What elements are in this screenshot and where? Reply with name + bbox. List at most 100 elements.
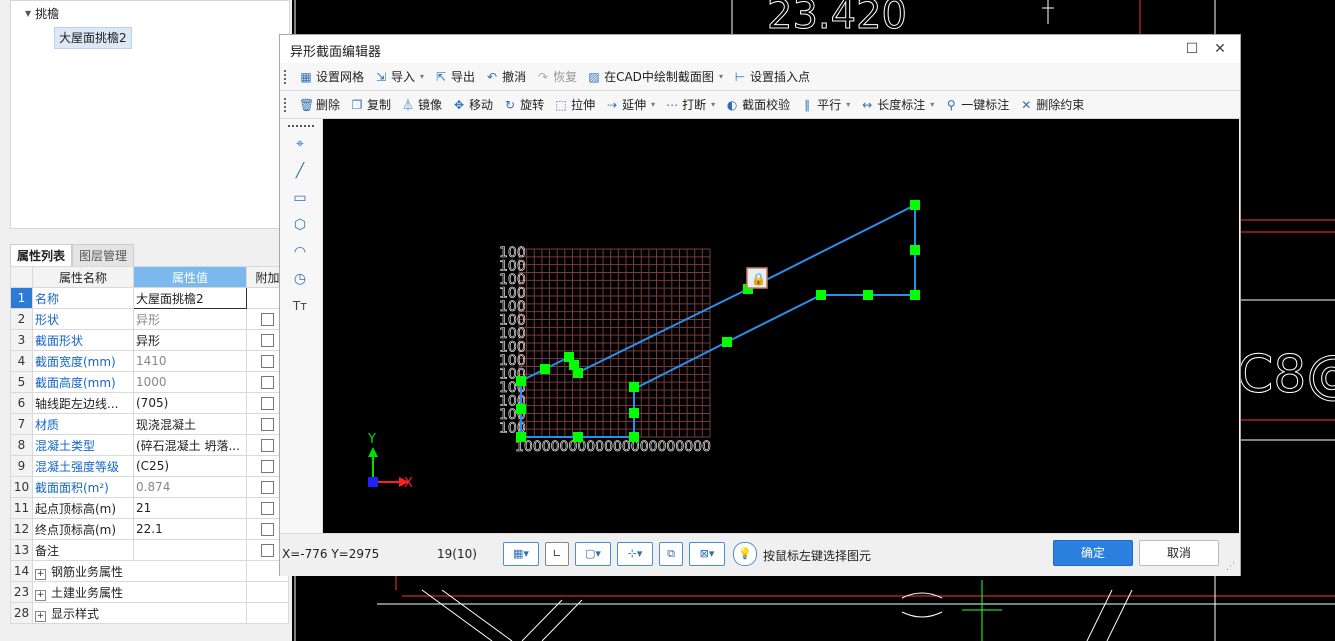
extra-checkbox[interactable]	[261, 397, 274, 410]
vertex-handle[interactable]	[516, 404, 526, 414]
vertex-handle[interactable]	[816, 290, 826, 300]
extra-checkbox[interactable]	[261, 502, 274, 515]
property-value[interactable]: 22.1	[133, 518, 247, 540]
auto-dim-button[interactable]: ⚲ 一键标注	[939, 94, 1014, 116]
break-button[interactable]: ⋯ 打断 ▾	[660, 94, 720, 116]
drawing-canvas[interactable]: 100 100 100 100 100 100 100 100 100 100 100 100 100 1…	[323, 119, 1239, 533]
vertex-handle[interactable]	[863, 290, 873, 300]
group-cell[interactable]: + 土建业务属性	[32, 581, 247, 603]
undo-button[interactable]: ↶ 撤消	[480, 66, 531, 88]
table-row[interactable]: 1 名称 大屋面挑檐2	[10, 287, 289, 309]
group-cell[interactable]: + 钢筋业务属性	[32, 560, 247, 582]
table-row[interactable]: 3 截面形状 异形	[10, 329, 289, 351]
dropdown-arrow-icon[interactable]: ▾	[711, 100, 715, 109]
grid-button[interactable]: ▦ 设置网格	[294, 66, 369, 88]
import-button[interactable]: ⇲ 导入 ▾	[369, 66, 429, 88]
table-row[interactable]: 8 混凝土类型 (碎石混凝土 坍落...	[10, 434, 289, 456]
extra-checkbox[interactable]	[261, 544, 274, 557]
vertex-handle[interactable]	[573, 368, 583, 378]
redo-button[interactable]: ↷ 恢复	[531, 66, 582, 88]
dropdown-arrow-icon[interactable]: ▾	[420, 72, 424, 81]
maximize-icon[interactable]: ☐	[1182, 39, 1202, 59]
line-icon[interactable]: ╱	[288, 160, 312, 182]
copy-button[interactable]: ❐ 复制	[345, 94, 396, 116]
delete-constraint-button[interactable]: ✕ 删除约束	[1014, 94, 1089, 116]
delete-button[interactable]: 🗑 删除	[294, 94, 345, 116]
extend-button[interactable]: ⇢ 延伸 ▾	[600, 94, 660, 116]
vertex-handle[interactable]	[629, 408, 639, 418]
extra-checkbox[interactable]	[261, 523, 274, 536]
cad-draw-button[interactable]: ▨ 在CAD中绘制截面图 ▾	[582, 66, 728, 88]
ortho-toggle-button[interactable]: ∟	[545, 542, 569, 566]
vertex-handle[interactable]	[573, 432, 583, 442]
polygon-icon[interactable]: ⬡	[288, 214, 312, 236]
tree-child-item[interactable]: 大屋面挑檐2	[54, 27, 132, 49]
table-row[interactable]: 5 截面高度(mm) 1000	[10, 371, 289, 393]
table-group-row[interactable]: 14 + 钢筋业务属性	[10, 560, 289, 582]
extra-checkbox[interactable]	[261, 460, 274, 473]
property-value[interactable]: 1410	[133, 350, 247, 372]
extra-checkbox[interactable]	[261, 334, 274, 347]
expand-plus-icon[interactable]: +	[35, 610, 46, 622]
table-row[interactable]: 9 混凝土强度等级 (C25)	[10, 455, 289, 477]
insert-point-button[interactable]: ⊢ 设置插入点	[728, 66, 815, 88]
extra-checkbox[interactable]	[261, 376, 274, 389]
vertex-handle[interactable]	[516, 376, 526, 386]
text-icon[interactable]: Tт	[288, 295, 312, 317]
ok-button[interactable]: 确定	[1053, 540, 1133, 566]
vertex-handle[interactable]	[722, 337, 732, 347]
expand-plus-icon[interactable]: +	[35, 589, 46, 601]
resize-grip-icon[interactable]: ⋰	[1226, 562, 1235, 572]
property-value[interactable]: 21	[133, 497, 247, 519]
snap-point-button[interactable]: ⊹▾	[617, 542, 653, 566]
table-row[interactable]: 6 轴线距左边线... (705)	[10, 392, 289, 414]
table-row[interactable]: 2 形状 异形	[10, 308, 289, 330]
extra-checkbox[interactable]	[261, 418, 274, 431]
tree-root-item[interactable]: ▼ 挑檐	[25, 5, 59, 22]
table-group-row[interactable]: 28 + 显示样式	[10, 602, 289, 624]
property-value[interactable]	[133, 539, 247, 561]
property-value[interactable]: 大屋面挑檐2	[133, 287, 247, 309]
parallel-button[interactable]: ∥ 平行 ▾	[795, 94, 855, 116]
tree-expand-icon[interactable]: ▼	[25, 9, 31, 18]
snap-rect-button[interactable]: ▢▾	[575, 542, 611, 566]
table-group-row[interactable]: 23 + 土建业务属性	[10, 581, 289, 603]
table-row[interactable]: 13 备注	[10, 539, 289, 561]
group-cell[interactable]: + 显示样式	[32, 602, 247, 624]
length-dim-button[interactable]: ↔ 长度标注 ▾	[855, 94, 939, 116]
property-value[interactable]: 1000	[133, 371, 247, 393]
section-check-button[interactable]: ◐ 截面校验	[720, 94, 795, 116]
table-row[interactable]: 11 起点顶标高(m) 21	[10, 497, 289, 519]
table-row[interactable]: 7 材质 现浇混凝土	[10, 413, 289, 435]
property-value[interactable]: (705)	[133, 392, 247, 414]
cancel-button[interactable]: 取消	[1139, 540, 1219, 566]
grid-toggle-button[interactable]: ▦▾	[503, 542, 539, 566]
property-value[interactable]: 异形	[133, 329, 247, 351]
tab-layer-management[interactable]: 图层管理	[72, 244, 135, 267]
toolbar-grip[interactable]	[284, 69, 290, 84]
export-button[interactable]: ⇱ 导出	[429, 66, 480, 88]
dropdown-arrow-icon[interactable]: ▾	[719, 72, 723, 81]
expand-plus-icon[interactable]: +	[35, 568, 46, 580]
property-value[interactable]: 现浇混凝土	[133, 413, 247, 435]
dimension-button[interactable]: ⊠▾	[689, 542, 725, 566]
vertex-handle[interactable]	[910, 200, 920, 210]
rotate-button[interactable]: ↻ 旋转	[498, 94, 549, 116]
table-row[interactable]: 10 截面面积(m²) 0.874	[10, 476, 289, 498]
rectangle-icon[interactable]: ▭	[288, 187, 312, 209]
table-row[interactable]: 4 截面宽度(mm) 1410	[10, 350, 289, 372]
vertex-handle[interactable]	[540, 364, 550, 374]
table-row[interactable]: 12 终点顶标高(m) 22.1	[10, 518, 289, 540]
extra-checkbox[interactable]	[261, 313, 274, 326]
vertex-handle[interactable]	[516, 432, 526, 442]
property-value[interactable]: (C25)	[133, 455, 247, 477]
extra-checkbox[interactable]	[261, 439, 274, 452]
vertex-handle[interactable]	[629, 432, 639, 442]
point-icon[interactable]: ⌖	[288, 133, 312, 155]
dialog-titlebar[interactable]: 异形截面编辑器 ☐ ✕	[280, 35, 1240, 63]
property-value[interactable]: (碎石混凝土 坍落...	[133, 434, 247, 456]
dropdown-arrow-icon[interactable]: ▾	[651, 100, 655, 109]
vertex-handle[interactable]	[910, 290, 920, 300]
property-value[interactable]: 异形	[133, 308, 247, 330]
stretch-button[interactable]: ⬚ 拉伸	[549, 94, 600, 116]
